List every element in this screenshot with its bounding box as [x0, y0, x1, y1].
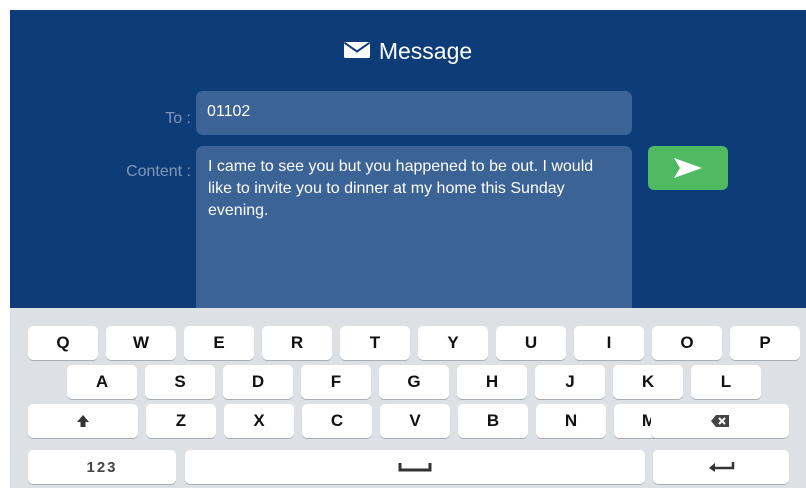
return-key[interactable]: [653, 450, 789, 484]
content-textarea[interactable]: I came to see you but you happened to be…: [196, 146, 632, 326]
key-s[interactable]: S: [145, 365, 215, 399]
on-screen-keyboard: QWERTYUIOP ASDFGHJKL ZXCVBNM 123: [10, 308, 806, 488]
space-key[interactable]: [185, 450, 645, 484]
key-w[interactable]: W: [106, 326, 176, 360]
key-k[interactable]: K: [613, 365, 683, 399]
key-e[interactable]: E: [184, 326, 254, 360]
key-c[interactable]: C: [302, 404, 372, 438]
numbers-key[interactable]: 123: [28, 450, 176, 484]
to-label: To :: [165, 110, 191, 127]
key-h[interactable]: H: [457, 365, 527, 399]
key-x[interactable]: X: [224, 404, 294, 438]
return-icon: [709, 462, 735, 472]
page-title-text: Message: [378, 38, 473, 64]
backspace-icon: [711, 415, 729, 427]
key-y[interactable]: Y: [418, 326, 488, 360]
compose-panel: Message To : 01102 Content : I came to s…: [10, 10, 806, 326]
page-title: Message: [10, 38, 806, 64]
space-icon: [398, 463, 432, 472]
key-a[interactable]: A: [67, 365, 137, 399]
key-v[interactable]: V: [380, 404, 450, 438]
send-arrow-icon: [674, 158, 702, 178]
send-button[interactable]: [648, 146, 728, 190]
shift-key[interactable]: [28, 404, 138, 438]
key-l[interactable]: L: [691, 365, 761, 399]
message-screen: Message To : 01102 Content : I came to s…: [10, 10, 806, 488]
backspace-key[interactable]: [651, 404, 789, 438]
key-d[interactable]: D: [223, 365, 293, 399]
key-o[interactable]: O: [652, 326, 722, 360]
key-b[interactable]: B: [458, 404, 528, 438]
key-z[interactable]: Z: [146, 404, 216, 438]
key-p[interactable]: P: [730, 326, 800, 360]
key-f[interactable]: F: [301, 365, 371, 399]
key-q[interactable]: Q: [28, 326, 98, 360]
key-r[interactable]: R: [262, 326, 332, 360]
key-n[interactable]: N: [536, 404, 606, 438]
key-g[interactable]: G: [379, 365, 449, 399]
key-u[interactable]: U: [496, 326, 566, 360]
content-label: Content :: [126, 163, 191, 180]
key-t[interactable]: T: [340, 326, 410, 360]
shift-arrow-icon: [77, 415, 89, 427]
recipient-field[interactable]: 01102: [196, 91, 632, 135]
envelope-icon: [343, 42, 370, 58]
key-i[interactable]: I: [574, 326, 644, 360]
key-j[interactable]: J: [535, 365, 605, 399]
